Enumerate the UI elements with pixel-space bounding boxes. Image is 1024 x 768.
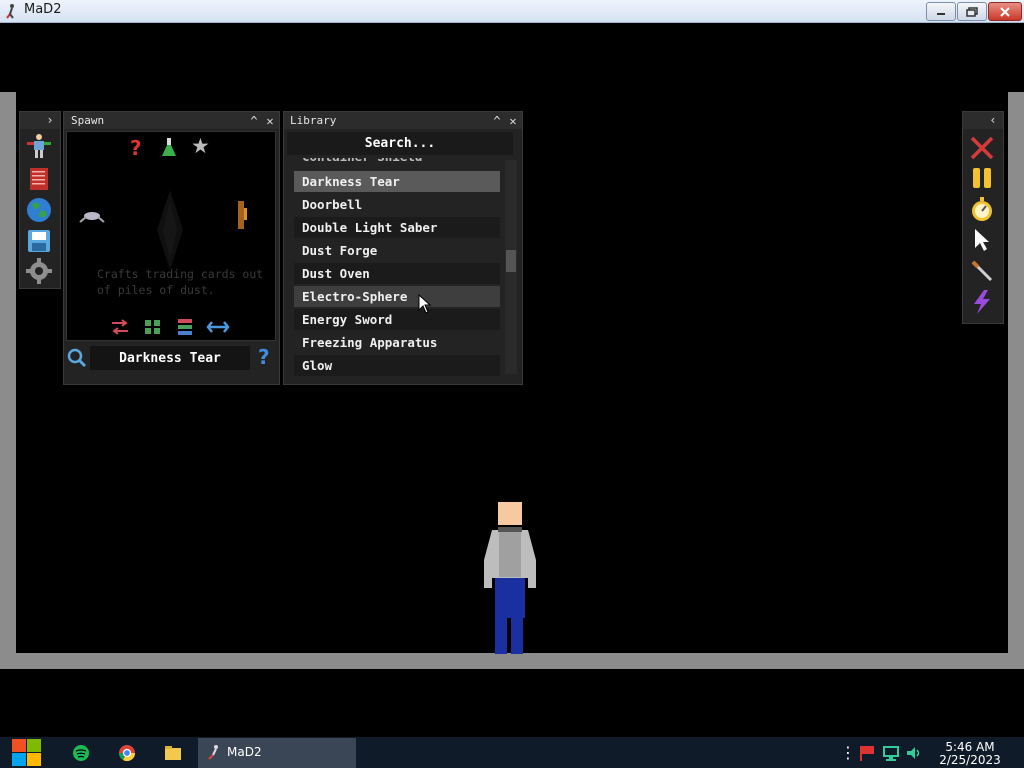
lightning-icon[interactable] (969, 289, 995, 315)
close-panel-icon[interactable]: ✕ (506, 114, 520, 128)
scene-right-wall (1008, 92, 1024, 669)
collapse-caret-icon[interactable]: ^ (490, 114, 504, 128)
cursor-icon[interactable] (969, 227, 995, 253)
spawn-description: Crafts trading cards out of piles of dus… (97, 267, 264, 297)
spawn-selected-name: Darkness Tear (90, 346, 250, 370)
close-panel-icon[interactable]: ✕ (263, 114, 277, 128)
scene-floor (0, 653, 1024, 669)
library-list-item[interactable]: Energy Sword (294, 309, 500, 330)
globe-icon[interactable] (26, 197, 52, 223)
library-list-item[interactable]: Electro-Sphere (294, 286, 500, 307)
right-toolbar-header: ‹ (963, 112, 1003, 129)
library-panel-title: Library (290, 114, 337, 127)
stack-layers-icon[interactable] (177, 318, 193, 336)
library-list-item[interactable]: Container Shield (294, 158, 500, 167)
spotify-icon[interactable] (72, 744, 90, 762)
close-window-button[interactable] (988, 2, 1022, 21)
flag-icon[interactable] (858, 744, 876, 762)
horizontal-arrows-icon[interactable] (206, 319, 230, 335)
mad2-app-icon (208, 745, 218, 760)
stopwatch-icon[interactable] (969, 196, 995, 222)
library-list-item[interactable]: Double Light Saber (294, 217, 500, 238)
library-list-item[interactable]: Darkness Tear (294, 171, 500, 192)
ragdoll-icon[interactable] (26, 133, 52, 159)
restore-icon (966, 6, 978, 17)
library-list-item[interactable]: Dust Forge (294, 240, 500, 261)
ragdoll-human[interactable] (470, 500, 550, 654)
library-scroll-thumb[interactable] (506, 250, 516, 272)
start-windows-icon[interactable] (10, 737, 43, 768)
question-mark-icon[interactable]: ? (130, 136, 142, 160)
collapse-caret-icon[interactable]: ^ (247, 114, 261, 128)
delete-x-icon[interactable] (969, 135, 995, 161)
door-icon (238, 201, 247, 229)
library-list-item[interactable]: Dust Oven (294, 263, 500, 284)
expand-arrow-icon[interactable]: › (43, 113, 57, 127)
restore-button[interactable] (957, 2, 987, 21)
library-panel-header: Library ^ ✕ (284, 112, 522, 129)
spawn-panel-header: Spawn ^ ✕ (64, 112, 279, 129)
search-icon[interactable] (67, 348, 87, 368)
network-icon[interactable] (882, 744, 900, 762)
library-list-item[interactable]: Glow (294, 355, 500, 376)
collapse-arrow-icon[interactable]: ‹ (986, 113, 1000, 127)
sword-tool-icon[interactable] (969, 258, 995, 284)
close-icon (1000, 6, 1010, 17)
library-list-item[interactable]: Doorbell (294, 194, 500, 215)
library-search-input[interactable]: Search... (287, 132, 513, 155)
file-explorer-icon[interactable] (164, 745, 182, 761)
scene-left-wall (0, 92, 16, 669)
star-icon[interactable]: ★ (191, 134, 210, 158)
chrome-icon[interactable] (118, 744, 136, 762)
book-icon[interactable] (26, 166, 52, 192)
library-list-item[interactable]: Freezing Apparatus (294, 332, 500, 353)
volume-icon[interactable] (905, 744, 923, 762)
left-toolbar-header: › (20, 112, 60, 129)
grid-view-icon[interactable] (144, 319, 162, 335)
swap-arrows-icon[interactable] (110, 318, 130, 336)
spider-drone-icon (79, 212, 105, 223)
mouse-cursor-icon (418, 294, 432, 314)
save-icon[interactable] (26, 228, 52, 254)
pause-icon[interactable] (969, 165, 995, 191)
minimize-button[interactable] (926, 2, 956, 21)
spawn-panel-title: Spawn (71, 114, 105, 127)
window-title: MaD2 (24, 2, 62, 17)
flask-icon[interactable] (161, 137, 177, 157)
app-icon (6, 4, 14, 19)
gear-icon[interactable] (26, 258, 52, 284)
library-list[interactable]: Container Shield Darkness TearDoorbellDou… (294, 158, 502, 376)
taskbar-task-label: MaD2 (227, 745, 262, 759)
darkness-tear-preview-icon (157, 190, 183, 270)
overflow-menu-icon[interactable]: ⋮ (840, 743, 856, 762)
clock-time[interactable]: 5:46 AM (940, 740, 1000, 754)
clock-date[interactable]: 2/25/2023 (936, 753, 1004, 767)
minimize-icon (937, 12, 945, 15)
window-titlebar (0, 0, 1024, 23)
help-icon[interactable]: ? (258, 345, 270, 369)
